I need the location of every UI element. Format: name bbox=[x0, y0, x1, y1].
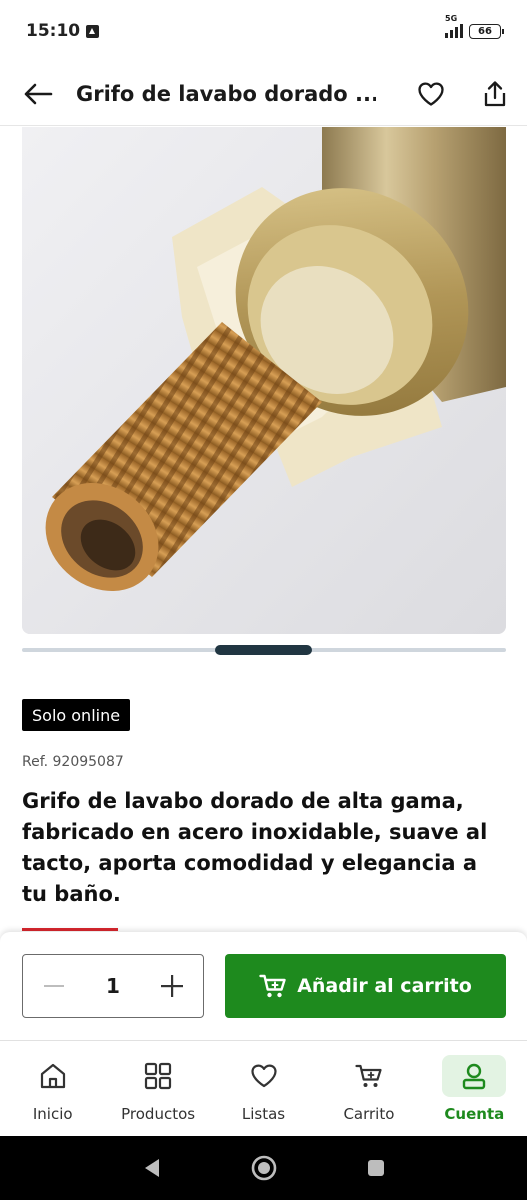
system-navigation-bar bbox=[0, 1136, 527, 1200]
user-icon bbox=[463, 1063, 486, 1090]
arrow-left-icon bbox=[24, 83, 53, 104]
system-back-icon[interactable] bbox=[142, 1157, 162, 1179]
system-home-icon[interactable] bbox=[250, 1154, 278, 1182]
app-header: Grifo de lavabo dorado ... bbox=[0, 62, 527, 126]
heart-icon bbox=[250, 1064, 277, 1088]
heart-icon bbox=[418, 81, 444, 106]
nav-label-inicio: Inicio bbox=[32, 1105, 73, 1123]
section-tab-indicator bbox=[22, 928, 118, 931]
signal-icon: 5G bbox=[445, 14, 463, 38]
nav-label-carrito: Carrito bbox=[343, 1105, 395, 1123]
battery-level: 66 bbox=[478, 25, 492, 37]
page-title: Grifo de lavabo dorado ... bbox=[76, 81, 376, 106]
nav-label-listas: Listas bbox=[241, 1105, 286, 1123]
network-type: 5G bbox=[445, 14, 458, 23]
status-indicators: 5G 66 bbox=[445, 14, 504, 39]
gallery-pager-indicator[interactable] bbox=[215, 645, 312, 655]
quantity-stepper: 1 bbox=[22, 954, 204, 1018]
plus-icon bbox=[161, 975, 183, 997]
product-image bbox=[22, 127, 506, 634]
nav-item-inicio[interactable]: Inicio bbox=[0, 1041, 105, 1136]
back-button[interactable] bbox=[0, 62, 76, 126]
add-to-cart-label: Añadir al carrito bbox=[297, 975, 472, 997]
bottom-navigation: Inicio Productos Listas Carrito Cuenta bbox=[0, 1040, 527, 1136]
online-only-badge: Solo online bbox=[22, 699, 131, 731]
system-recents-icon[interactable] bbox=[366, 1158, 386, 1178]
decrease-quantity-button[interactable] bbox=[23, 955, 85, 1017]
increase-quantity-button[interactable] bbox=[141, 955, 203, 1017]
share-icon bbox=[484, 80, 506, 106]
nav-label-cuenta: Cuenta bbox=[444, 1105, 505, 1123]
share-button[interactable] bbox=[463, 62, 527, 126]
header-actions bbox=[399, 62, 527, 126]
cart-icon bbox=[355, 1064, 382, 1087]
product-image-gallery[interactable] bbox=[22, 127, 506, 634]
cart-icon bbox=[259, 974, 286, 998]
status-time: 15:10 bbox=[26, 21, 81, 41]
favorite-button[interactable] bbox=[399, 62, 463, 126]
product-reference: Ref. 92095087 bbox=[22, 754, 124, 770]
quantity-value[interactable]: 1 bbox=[85, 974, 141, 998]
battery-icon: 66 bbox=[469, 23, 504, 39]
nav-label-productos: Productos bbox=[121, 1105, 196, 1123]
product-title: Grifo de lavabo dorado de alta gama, fab… bbox=[22, 789, 488, 906]
nav-item-productos[interactable]: Productos bbox=[105, 1041, 210, 1136]
nav-item-listas[interactable]: Listas bbox=[211, 1041, 316, 1136]
purchase-bar: 1 Añadir al carrito bbox=[0, 932, 527, 1040]
nav-item-cuenta[interactable]: Cuenta bbox=[422, 1041, 527, 1136]
minus-icon bbox=[44, 985, 64, 987]
upload-icon bbox=[86, 24, 100, 38]
add-to-cart-button[interactable]: Añadir al carrito bbox=[225, 954, 506, 1018]
home-icon bbox=[40, 1063, 65, 1089]
nav-item-carrito[interactable]: Carrito bbox=[316, 1041, 421, 1136]
status-bar: 15:10 5G 66 bbox=[0, 0, 527, 62]
grid-icon bbox=[145, 1062, 172, 1090]
